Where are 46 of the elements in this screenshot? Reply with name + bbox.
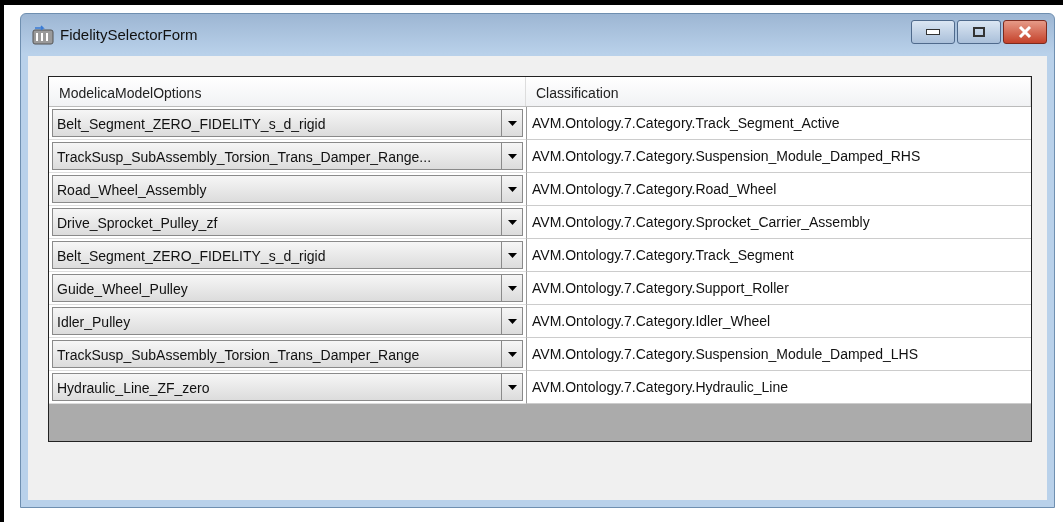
app-icon — [32, 25, 54, 45]
option-dropdown[interactable]: TrackSusp_SubAssembly_Torsion_Trans_Damper_Range — [52, 340, 501, 368]
caret-icon — [507, 219, 517, 225]
dropdown-button[interactable] — [501, 208, 523, 236]
option-dropdown[interactable]: Guide_Wheel_Pulley — [52, 274, 501, 302]
option-dropdown[interactable]: Drive_Sprocket_Pulley_zf — [52, 208, 501, 236]
table-cell: AVM.Ontology.7.Category.Track_Segment — [526, 239, 1031, 272]
table-cell: AVM.Ontology.7.Category.Suspension_Module_Damped_LHS — [526, 338, 1031, 371]
dropdown-button[interactable] — [501, 142, 523, 170]
close-button[interactable] — [1003, 20, 1047, 44]
minimize-icon — [926, 29, 940, 35]
option-dropdown[interactable]: Road_Wheel_Assembly — [52, 175, 501, 203]
caret-icon — [507, 384, 517, 390]
option-dropdown[interactable]: Hydraulic_Line_ZF_zero — [52, 373, 501, 401]
caret-icon — [507, 252, 517, 258]
column-header[interactable]: ModelicaModelOptions — [49, 77, 526, 106]
caret-icon — [507, 318, 517, 324]
option-dropdown[interactable]: TrackSusp_SubAssembly_Torsion_Trans_Damper_Range... — [52, 142, 501, 170]
caret-icon — [507, 285, 517, 291]
caret-icon — [507, 186, 517, 192]
maximize-button[interactable] — [957, 20, 1001, 44]
close-icon — [1018, 26, 1032, 38]
dropdown-button[interactable] — [501, 109, 523, 137]
dropdown-button[interactable] — [501, 307, 523, 335]
caret-icon — [507, 120, 517, 126]
dropdown-button[interactable] — [501, 373, 523, 401]
maximize-icon — [973, 27, 985, 37]
dropdown-button[interactable] — [501, 274, 523, 302]
caret-icon — [507, 153, 517, 159]
caret-icon — [507, 351, 517, 357]
minimize-button[interactable] — [911, 20, 955, 44]
option-dropdown[interactable]: Belt_Segment_ZERO_FIDELITY_s_d_rigid — [52, 109, 501, 137]
option-dropdown[interactable]: Belt_Segment_ZERO_FIDELITY_s_d_rigid — [52, 241, 501, 269]
table-cell: AVM.Ontology.7.Category.Idler_Wheel — [526, 305, 1031, 338]
table-cell: AVM.Ontology.7.Category.Track_Segment_Active — [526, 107, 1031, 140]
dropdown-button[interactable] — [501, 175, 523, 203]
dropdown-button[interactable] — [501, 340, 523, 368]
option-dropdown[interactable]: Idler_Pulley — [52, 307, 501, 335]
table-cell: AVM.Ontology.7.Category.Hydraulic_Line — [526, 371, 1031, 404]
table-cell: AVM.Ontology.7.Category.Sprocket_Carrier_Assembly — [526, 206, 1031, 239]
table-cell: AVM.Ontology.7.Category.Support_Roller — [526, 272, 1031, 305]
column-header[interactable]: Classification — [526, 77, 1031, 106]
table-cell: AVM.Ontology.7.Category.Road_Wheel — [526, 173, 1031, 206]
window-title: FidelitySelectorForm — [60, 24, 198, 45]
dropdown-button[interactable] — [501, 241, 523, 269]
table-cell: AVM.Ontology.7.Category.Suspension_Module_Damped_RHS — [526, 140, 1031, 173]
